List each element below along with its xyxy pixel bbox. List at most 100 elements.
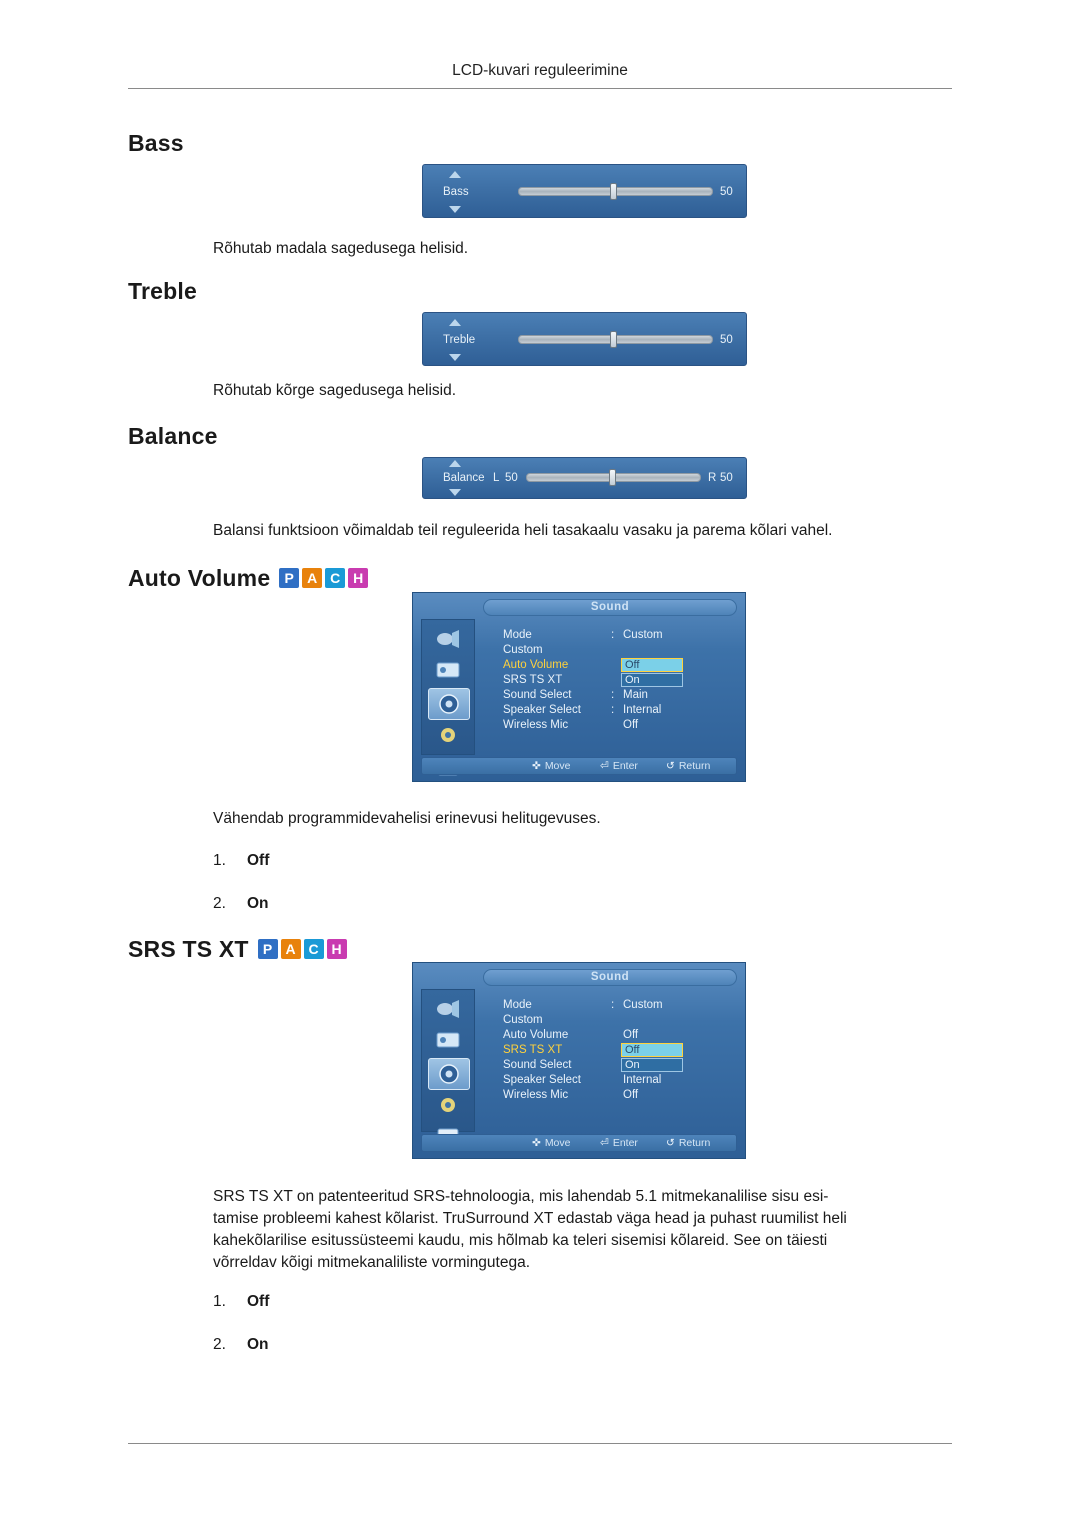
menu-label-wireless-mic[interactable]: Wireless Mic (503, 719, 568, 731)
menu-option-on-text: On (625, 1059, 640, 1071)
badge-p: P (279, 567, 300, 588)
arrow-down-icon (449, 489, 461, 496)
list-label: Off (247, 852, 270, 869)
monitor-icon (436, 1032, 460, 1048)
footer-divider (128, 1443, 952, 1444)
slider-track-treble[interactable] (518, 331, 713, 348)
menu-label-speaker-select[interactable]: Speaker Select (503, 1074, 581, 1086)
section-title-treble: Treble (128, 278, 197, 304)
menu-label-srs-ts-xt[interactable]: SRS TS XT (503, 674, 562, 686)
section-title-srs-ts-xt: SRS TS XT P A C H (128, 936, 347, 963)
list-num: 1. (213, 852, 226, 869)
list-label: On (247, 1336, 269, 1353)
arrow-down-icon (449, 206, 461, 213)
menu-option-on-text: On (625, 674, 640, 686)
osd-icon-setup[interactable] (428, 720, 468, 750)
menu-label-srs-ts-xt[interactable]: SRS TS XT (503, 1044, 562, 1056)
footer-move[interactable]: ✜ Move (532, 760, 571, 772)
list-label: On (247, 895, 269, 912)
menu-label-auto-volume[interactable]: Auto Volume (503, 1029, 568, 1041)
osd-icon-screen[interactable] (428, 656, 468, 686)
slider-track-bass[interactable] (518, 183, 713, 200)
balance-right-value: 50 (720, 472, 733, 484)
osd-icon-picture[interactable] (428, 624, 468, 654)
return-icon: ↺ (666, 1137, 675, 1149)
description-treble: Rõhutab kõrge sagedusega helisid. (213, 382, 457, 399)
balance-right-label: R (708, 472, 717, 484)
badge-h: H (348, 567, 369, 588)
osd-title-text: Sound (590, 601, 630, 613)
header-divider (128, 88, 952, 89)
footer-move-label: Move (544, 1137, 571, 1149)
menu-option-off-text: Off (625, 1044, 640, 1056)
menu-value-wireless-mic: Off (623, 1089, 639, 1101)
menu-sep-sound-select: : (611, 689, 615, 701)
slider-knob-balance[interactable] (609, 469, 616, 486)
badge-p: P (257, 938, 278, 959)
picture-icon (437, 1000, 459, 1018)
menu-value-mode: Custom (623, 629, 663, 641)
osd-footer: ✜ Move ⏎ Enter ↺ Return (421, 1134, 737, 1152)
menu-label-custom[interactable]: Custom (503, 644, 543, 656)
arrow-up-icon (449, 171, 461, 178)
section-title-auto-volume: Auto Volume P A C H (128, 565, 369, 592)
description-srs-ts-xt: SRS TS XT on patenteeritud SRS-tehnoloog… (213, 1186, 958, 1274)
menu-label-sound-select[interactable]: Sound Select (503, 1059, 571, 1071)
slider-knob-treble[interactable] (610, 331, 617, 348)
pach-badges: PACH (257, 938, 347, 959)
slider-track-balance[interactable] (526, 469, 701, 486)
footer-enter-label: Enter (612, 760, 638, 772)
osd-title-bar: Sound (483, 599, 737, 616)
menu-label-sound-select[interactable]: Sound Select (503, 689, 571, 701)
osd-slider-balance: Balance L 50 R 50 (422, 457, 747, 499)
osd-title-text: Sound (590, 971, 630, 983)
osd-icon-sound[interactable] (428, 1058, 470, 1090)
menu-sep-speaker-select: : (611, 704, 615, 716)
menu-value-speaker-select: Internal (623, 1074, 662, 1086)
description-auto-volume: Vähendab programmidevahelisi erinevusi h… (213, 810, 601, 827)
osd-icon-setup[interactable] (428, 1090, 468, 1120)
document-page: LCD-kuvari reguleerimine Bass Bass 50 Rõ… (0, 0, 1080, 1527)
menu-label-speaker-select[interactable]: Speaker Select (503, 704, 581, 716)
menu-label-custom[interactable]: Custom (503, 1014, 543, 1026)
move-icon: ✜ (532, 760, 541, 772)
footer-return[interactable]: ↺ Return (666, 1137, 710, 1149)
footer-move[interactable]: ✜ Move (532, 1137, 571, 1149)
menu-option-off[interactable]: Off (621, 658, 683, 672)
footer-enter[interactable]: ⏎ Enter (600, 1137, 638, 1149)
badge-c: C (303, 938, 324, 959)
osd-icon-picture[interactable] (428, 994, 468, 1024)
slider-knob-bass[interactable] (610, 183, 617, 200)
list-item-auto-volume-off: 1. Off (213, 852, 269, 870)
menu-label-wireless-mic[interactable]: Wireless Mic (503, 1089, 568, 1101)
menu-value-mode: Custom (623, 999, 663, 1011)
footer-return-label: Return (678, 760, 711, 772)
section-title-auto-volume-text: Auto Volume (128, 565, 271, 591)
description-line-4: võrreldav kõigi mitmekanaliliste vorming… (213, 1254, 531, 1271)
move-icon: ✜ (532, 1137, 541, 1149)
list-num: 2. (213, 1336, 226, 1353)
osd-icon-column (421, 989, 475, 1146)
menu-label-mode[interactable]: Mode (503, 999, 532, 1011)
list-item-srs-on: 2. On (213, 1336, 269, 1354)
menu-sep-mode: : (611, 629, 615, 641)
osd-slider-bass: Bass 50 (422, 164, 747, 218)
osd-icon-screen[interactable] (428, 1026, 468, 1056)
description-line-1: SRS TS XT on patenteeritud SRS-tehnoloog… (213, 1188, 829, 1205)
list-label: Off (247, 1293, 270, 1310)
menu-option-off[interactable]: Off (621, 1043, 683, 1057)
osd-icon-sound[interactable] (428, 688, 470, 720)
menu-option-on[interactable]: On (621, 1058, 683, 1072)
footer-return[interactable]: ↺ Return (666, 760, 710, 772)
footer-enter[interactable]: ⏎ Enter (600, 760, 638, 772)
menu-label-mode[interactable]: Mode (503, 629, 532, 641)
description-balance: Balansi funktsioon võimaldab teil regule… (213, 522, 833, 539)
balance-left-label: L (493, 472, 500, 484)
menu-option-on[interactable]: On (621, 673, 683, 687)
description-bass: Rõhutab madala sagedusega helisid. (213, 240, 469, 257)
sound-icon (439, 694, 459, 714)
enter-icon: ⏎ (600, 760, 609, 772)
menu-label-auto-volume[interactable]: Auto Volume (503, 659, 568, 671)
monitor-icon (436, 662, 460, 678)
slider-label-balance: Balance (443, 472, 485, 484)
